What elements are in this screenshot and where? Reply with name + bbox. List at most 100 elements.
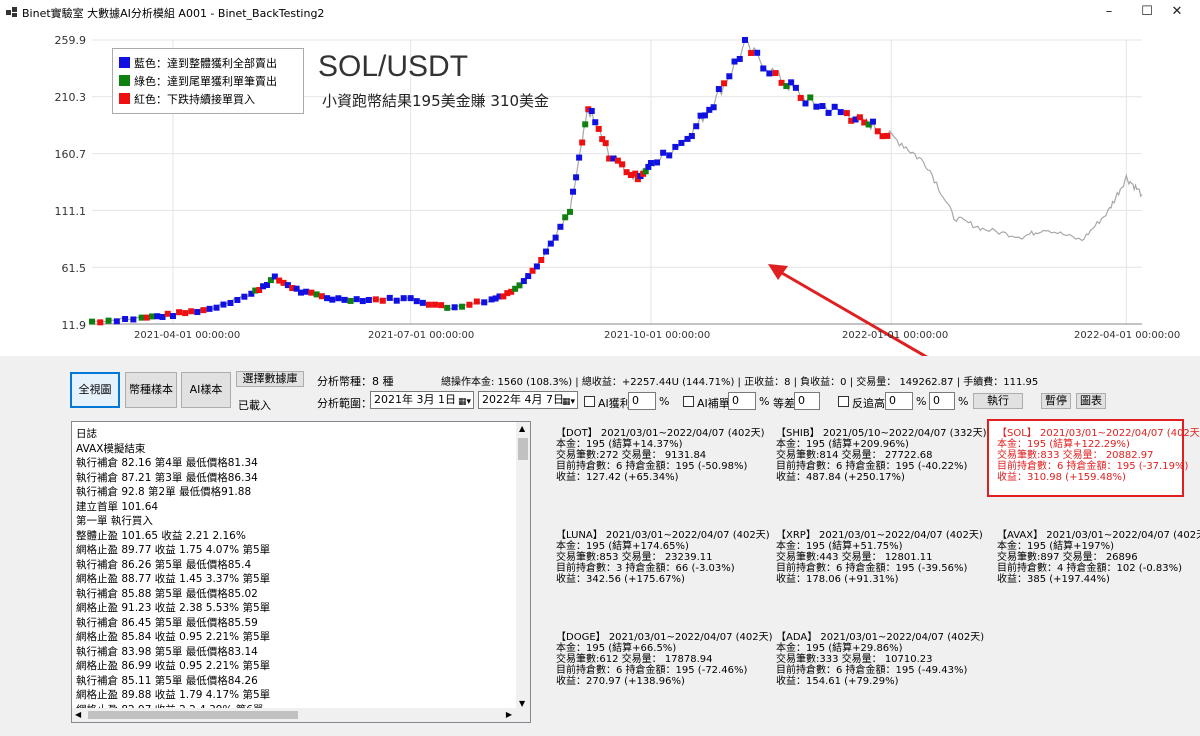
result-card: 【ADA】 2021/03/01~2022/04/07 (402天) 本金：195… [776,632,984,687]
close-icon[interactable]: ✕ [1154,0,1200,24]
trade-marker [576,154,583,161]
trade-marker [122,315,129,322]
trade-marker [413,298,420,305]
card-line: 本金：195 (結算+66.5%) [556,643,677,654]
trade-marker [97,319,104,326]
trade-marker [169,313,176,320]
equal-input[interactable]: 0 [794,392,820,410]
trade-marker [731,58,738,65]
trade-marker [425,301,432,308]
trade-marker [432,301,439,308]
card-line: 交易筆數:833 交易量： 20882.97 [997,450,1154,461]
reverse-checkbox[interactable] [838,396,849,407]
select-database-button[interactable]: 選擇數據庫 [236,371,304,387]
ai-tail-checkbox[interactable] [683,396,694,407]
trade-marker [754,49,761,56]
ai-profit-label: AI獲利 [598,397,631,410]
trade-marker [772,70,779,77]
card-line: 收益：310.98 (+159.48%) [997,472,1126,483]
trade-marker [632,170,639,177]
card-line: 目前持倉數：6 持倉金額：195 (-39.56%) [776,563,968,574]
ai-profit-input[interactable]: 0 [628,392,656,410]
scroll-thumb[interactable] [88,711,298,719]
trade-marker [227,299,234,306]
card-line: 本金：195 (結算+197%) [997,541,1115,552]
legend-swatch [119,75,130,86]
trade-marker [736,55,743,62]
trade-marker [543,248,550,255]
pause-button[interactable]: 暫停 [1041,393,1071,409]
trade-marker [582,121,589,128]
card-line: 本金：195 (結算+51.75%) [776,541,903,552]
card-title: 【DOGE】 2021/03/01~2022/04/07 (402天) [556,632,773,643]
log-line: 執行補倉 86.26 第5單 最低價格85.4 [76,558,252,571]
scroll-up-icon: ▲ [519,424,526,433]
trade-marker [837,109,844,116]
equal-label: 等差 [773,397,795,410]
trade-marker [672,143,679,150]
log-line: 執行補倉 86.45 第5單 最低價格85.59 [76,616,258,629]
log-panel[interactable]: 日誌 AVAX模擬結束 執行補倉 82.16 第4單 最低價格81.34 執行補倉 8… [71,421,531,723]
trade-marker [802,100,809,107]
card-line: 交易筆數:897 交易量： 26896 [997,552,1138,563]
log-horizontal-scrollbar[interactable]: ◀ ▶ [72,708,530,722]
trade-marker [710,104,717,111]
trade-marker [347,297,354,304]
trade-marker [721,80,728,87]
trade-marker [466,301,473,308]
log-vertical-scrollbar[interactable]: ▲ ▼ [516,422,530,710]
date-from-picker[interactable]: 2021年 3月 1日 ▦▾ [370,391,474,409]
log-line: 建立首單 101.64 [76,500,159,513]
trade-marker [602,140,609,147]
coin-sample-button[interactable]: 幣種樣本 [125,372,177,408]
result-card: 【SOL】 2021/03/01~2022/04/07 (402天) 本金：195… [997,428,1200,483]
log-line: 網格止盈 86.99 收益 0.95 2.21% 第5單 [76,660,271,672]
log-line: AVAX模擬結束 [76,442,146,455]
trade-marker [592,119,599,126]
log-line: 網格止盈 88.77 收益 1.45 3.37% 第5單 [76,573,271,585]
run-button[interactable]: 執行 [973,393,1023,409]
trade-marker [393,297,400,304]
calendar-icon: ▦▾ [457,397,471,407]
card-title: 【SHIB】 2021/05/10~2022/04/07 (332天) [776,428,987,439]
chart-button[interactable]: 圖表 [1076,393,1106,409]
full-view-button[interactable]: 全視圖 [70,372,120,408]
ai-profit-checkbox[interactable] [584,396,595,407]
y-tick: 210.3 [54,91,87,104]
trade-marker [595,125,602,132]
trade-marker [318,293,325,300]
trade-marker [884,132,891,139]
card-line: 目前持倉數：4 持倉金額：102 (-0.83%) [997,563,1182,574]
trade-marker [113,318,120,325]
card-line: 目前持倉數：6 持倉金額：195 (-50.98%) [556,461,748,472]
reverse-input-2[interactable]: 0 [929,392,955,410]
trade-marker [313,291,320,298]
ai-tail-input[interactable]: 0 [728,392,756,410]
scroll-thumb[interactable] [518,438,528,460]
x-tick: 2021-10-01 00:00:00 [604,330,711,341]
trade-marker [143,314,150,321]
trade-marker [329,296,336,303]
date-to-picker[interactable]: 2022年 4月 7日 ▦▾ [478,391,578,409]
trade-marker [459,303,466,310]
y-tick: 61.5 [61,262,87,275]
card-line: 本金：195 (結算+14.37%) [556,439,683,450]
ai-sample-button[interactable]: AI樣本 [181,372,231,408]
result-card: 【DOT】 2021/03/01~2022/04/07 (402天) 本金：195… [556,428,765,483]
trade-marker [819,103,826,110]
chart-symbol: SOL/USDT [318,50,469,83]
trade-marker [562,214,569,221]
trade-marker [188,308,195,315]
trade-marker [400,295,407,302]
reverse-input-1[interactable]: 0 [885,392,913,410]
trade-marker [570,188,577,195]
x-tick: 2021-04-01 00:00:00 [134,330,241,341]
trade-marker [831,103,838,110]
card-line: 目前持倉數：6 持倉金額：195 (-40.22%) [776,461,968,472]
trade-marker [741,36,748,43]
trade-marker [813,103,820,110]
loaded-status: 已載入 [238,399,271,412]
trade-marker [825,109,832,116]
trade-marker [533,263,540,270]
card-line: 交易筆數:443 交易量： 12801.11 [776,552,933,563]
